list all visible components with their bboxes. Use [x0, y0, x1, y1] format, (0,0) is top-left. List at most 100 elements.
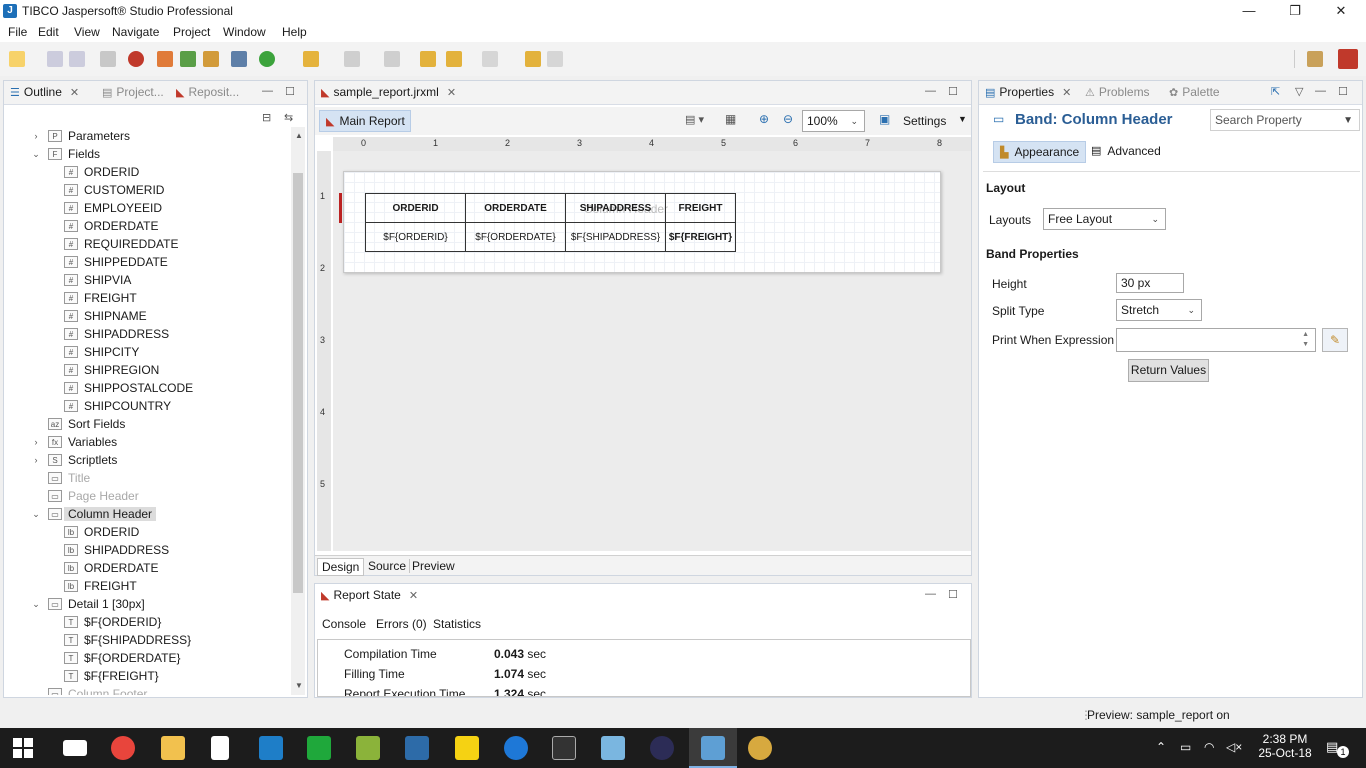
snap-grid-icon[interactable]: ▦ [725, 112, 736, 126]
search-property-field[interactable]: Search Property ▼ [1210, 109, 1360, 131]
tree-item[interactable]: # CUSTOMERID [64, 181, 164, 199]
expand-chevron-icon[interactable]: ⌄ [30, 149, 42, 160]
import-icon[interactable] [180, 51, 196, 67]
detail-cell-orderdate[interactable]: $F{ORDERDATE} [465, 222, 566, 252]
report-perspective-icon[interactable] [1338, 49, 1358, 69]
scroll-up-icon[interactable]: ▲ [295, 131, 303, 140]
run-icon[interactable] [259, 51, 275, 67]
tree-item[interactable]: ▭ Title [30, 469, 90, 487]
tree-item[interactable]: T $F{ORDERID} [64, 613, 161, 631]
detail-cell-orderid[interactable]: $F{ORDERID} [365, 222, 466, 252]
split-type-select[interactable]: Stretch ⌄ [1116, 299, 1202, 321]
forward-arrow-icon[interactable] [482, 51, 498, 67]
subtab-errors[interactable]: Errors (0) [376, 617, 427, 631]
save-icon[interactable] [47, 51, 63, 67]
header-cell-orderid[interactable]: ORDERID [365, 193, 466, 223]
tree-item[interactable]: # SHIPNAME [64, 307, 147, 325]
tree-item[interactable]: # FREIGHT [64, 289, 137, 307]
expand-chevron-icon[interactable]: › [30, 455, 42, 465]
main-report-breadcrumb[interactable]: ◣ Main Report [319, 110, 411, 132]
minimize-panel-button[interactable]: — [262, 85, 273, 97]
height-input[interactable]: 30 px [1116, 273, 1184, 293]
tree-item[interactable]: # SHIPCOUNTRY [64, 397, 171, 415]
subtab-statistics[interactable]: Statistics [433, 617, 481, 631]
compile-icon[interactable] [100, 51, 116, 67]
tree-item[interactable]: lb ORDERDATE [64, 559, 158, 577]
tab-preview[interactable]: Preview [409, 559, 456, 573]
menu-navigate[interactable]: Navigate [112, 25, 159, 39]
view-menu-icon[interactable]: ▽ [1295, 85, 1303, 98]
tools-icon[interactable] [303, 51, 319, 67]
paint-icon[interactable] [748, 736, 772, 760]
print-when-expression-input[interactable]: ▲ ▼ [1116, 328, 1316, 352]
maximize-panel-button[interactable]: ☐ [285, 85, 295, 98]
close-window-button[interactable]: ✕ [1318, 0, 1364, 22]
back-arrow-icon[interactable] [446, 51, 462, 67]
zoom-select[interactable]: 100% ⌄ [802, 110, 865, 132]
header-cell-orderdate[interactable]: ORDERDATE [465, 193, 566, 223]
scroll-down-icon[interactable]: ▼ [295, 681, 303, 690]
dataset-icon[interactable] [231, 51, 247, 67]
battery-icon[interactable]: ▭ [1180, 740, 1191, 754]
tree-item[interactable]: # SHIPREGION [64, 361, 159, 379]
clock[interactable]: 2:38 PM 25-Oct-18 [1255, 732, 1315, 760]
tree-item[interactable]: ▭ Page Header [30, 487, 139, 505]
tree-item[interactable]: lb ORDERID [64, 523, 139, 541]
zoom-in-icon[interactable]: ⊕ [759, 112, 769, 126]
sticky-notes-icon[interactable] [455, 736, 479, 760]
expand-chevron-icon[interactable]: ⌄ [30, 599, 42, 610]
maximize-panel-button[interactable]: ☐ [948, 588, 958, 601]
virtualbox-icon[interactable] [601, 736, 625, 760]
zoom-out-icon[interactable]: ⊖ [783, 112, 793, 126]
scroll-thumb[interactable] [293, 173, 303, 593]
tab-outline[interactable]: ☰ Outline ✕ [10, 85, 79, 99]
tree-item[interactable]: # REQUIREDDATE [64, 235, 178, 253]
tree-item[interactable]: ▭ Column Footer [30, 685, 147, 695]
windows-start-icon[interactable] [13, 738, 33, 758]
settings-button[interactable]: Settings [903, 114, 946, 128]
tab-repository[interactable]: ◣ Reposit... [176, 85, 239, 99]
expand-chevron-icon[interactable]: › [30, 437, 42, 447]
save-all-icon[interactable] [69, 51, 85, 67]
return-values-button[interactable]: Return Values [1128, 359, 1209, 382]
close-icon[interactable]: ✕ [409, 589, 418, 602]
redo-icon[interactable] [547, 51, 563, 67]
settings-dropdown-icon[interactable]: ▼ [958, 114, 967, 124]
debug-bug-icon[interactable] [128, 51, 144, 67]
tab-palette[interactable]: ✿ Palette [1169, 85, 1220, 99]
jaspersoft-taskbar-button[interactable] [689, 728, 737, 768]
tab-properties[interactable]: ▤ Properties ✕ [985, 85, 1071, 99]
close-icon[interactable]: ✕ [1062, 86, 1071, 99]
detail-cell-freight[interactable]: $F{FREIGHT} [665, 222, 736, 252]
tab-report-state[interactable]: ◣ Report State ✕ [321, 588, 418, 602]
menu-project[interactable]: Project [173, 25, 210, 39]
open-perspective-icon[interactable] [1307, 51, 1323, 67]
restore-button[interactable]: ❐ [1272, 0, 1318, 22]
report-page[interactable]: Column Header ORDERID ORDERDATE SHIPADDR… [339, 171, 941, 273]
last-edit-icon[interactable] [420, 51, 436, 67]
link-editor-icon[interactable]: ⇆ [284, 111, 293, 124]
tray-expand-icon[interactable]: ⌃ [1156, 740, 1166, 754]
menu-view[interactable]: View [74, 25, 100, 39]
tree-item[interactable]: # EMPLOYEEID [64, 199, 162, 217]
close-icon[interactable]: ✕ [70, 86, 79, 99]
tab-sample-report[interactable]: ◣ sample_report.jrxml ✕ [321, 85, 456, 99]
maximize-panel-button[interactable]: ☐ [1338, 85, 1348, 98]
terminal-icon[interactable] [552, 736, 576, 760]
chrome-icon[interactable] [111, 736, 135, 760]
tree-item[interactable]: # ORDERID [64, 163, 139, 181]
minimize-button[interactable]: — [1226, 0, 1272, 22]
spinner-icon[interactable]: ▲ ▼ [1302, 330, 1309, 350]
expand-chevron-icon[interactable]: › [30, 131, 42, 141]
pin-icon[interactable]: ⇱ [1271, 85, 1280, 98]
layouts-select[interactable]: Free Layout ⌄ [1043, 208, 1166, 230]
tree-item[interactable]: ⌄ ▭ Column Header [30, 505, 157, 523]
tree-item[interactable]: T $F{FREIGHT} [64, 667, 159, 685]
undo-icon[interactable] [525, 51, 541, 67]
tree-item[interactable]: › S Scriptlets [30, 451, 118, 469]
tab-design[interactable]: Design [317, 558, 365, 576]
tab-appearance[interactable]: ▙ Appearance [993, 141, 1086, 163]
maximize-panel-button[interactable]: ☐ [948, 85, 958, 98]
file-explorer-icon[interactable] [161, 736, 185, 760]
tree-item[interactable]: # SHIPADDRESS [64, 325, 169, 343]
